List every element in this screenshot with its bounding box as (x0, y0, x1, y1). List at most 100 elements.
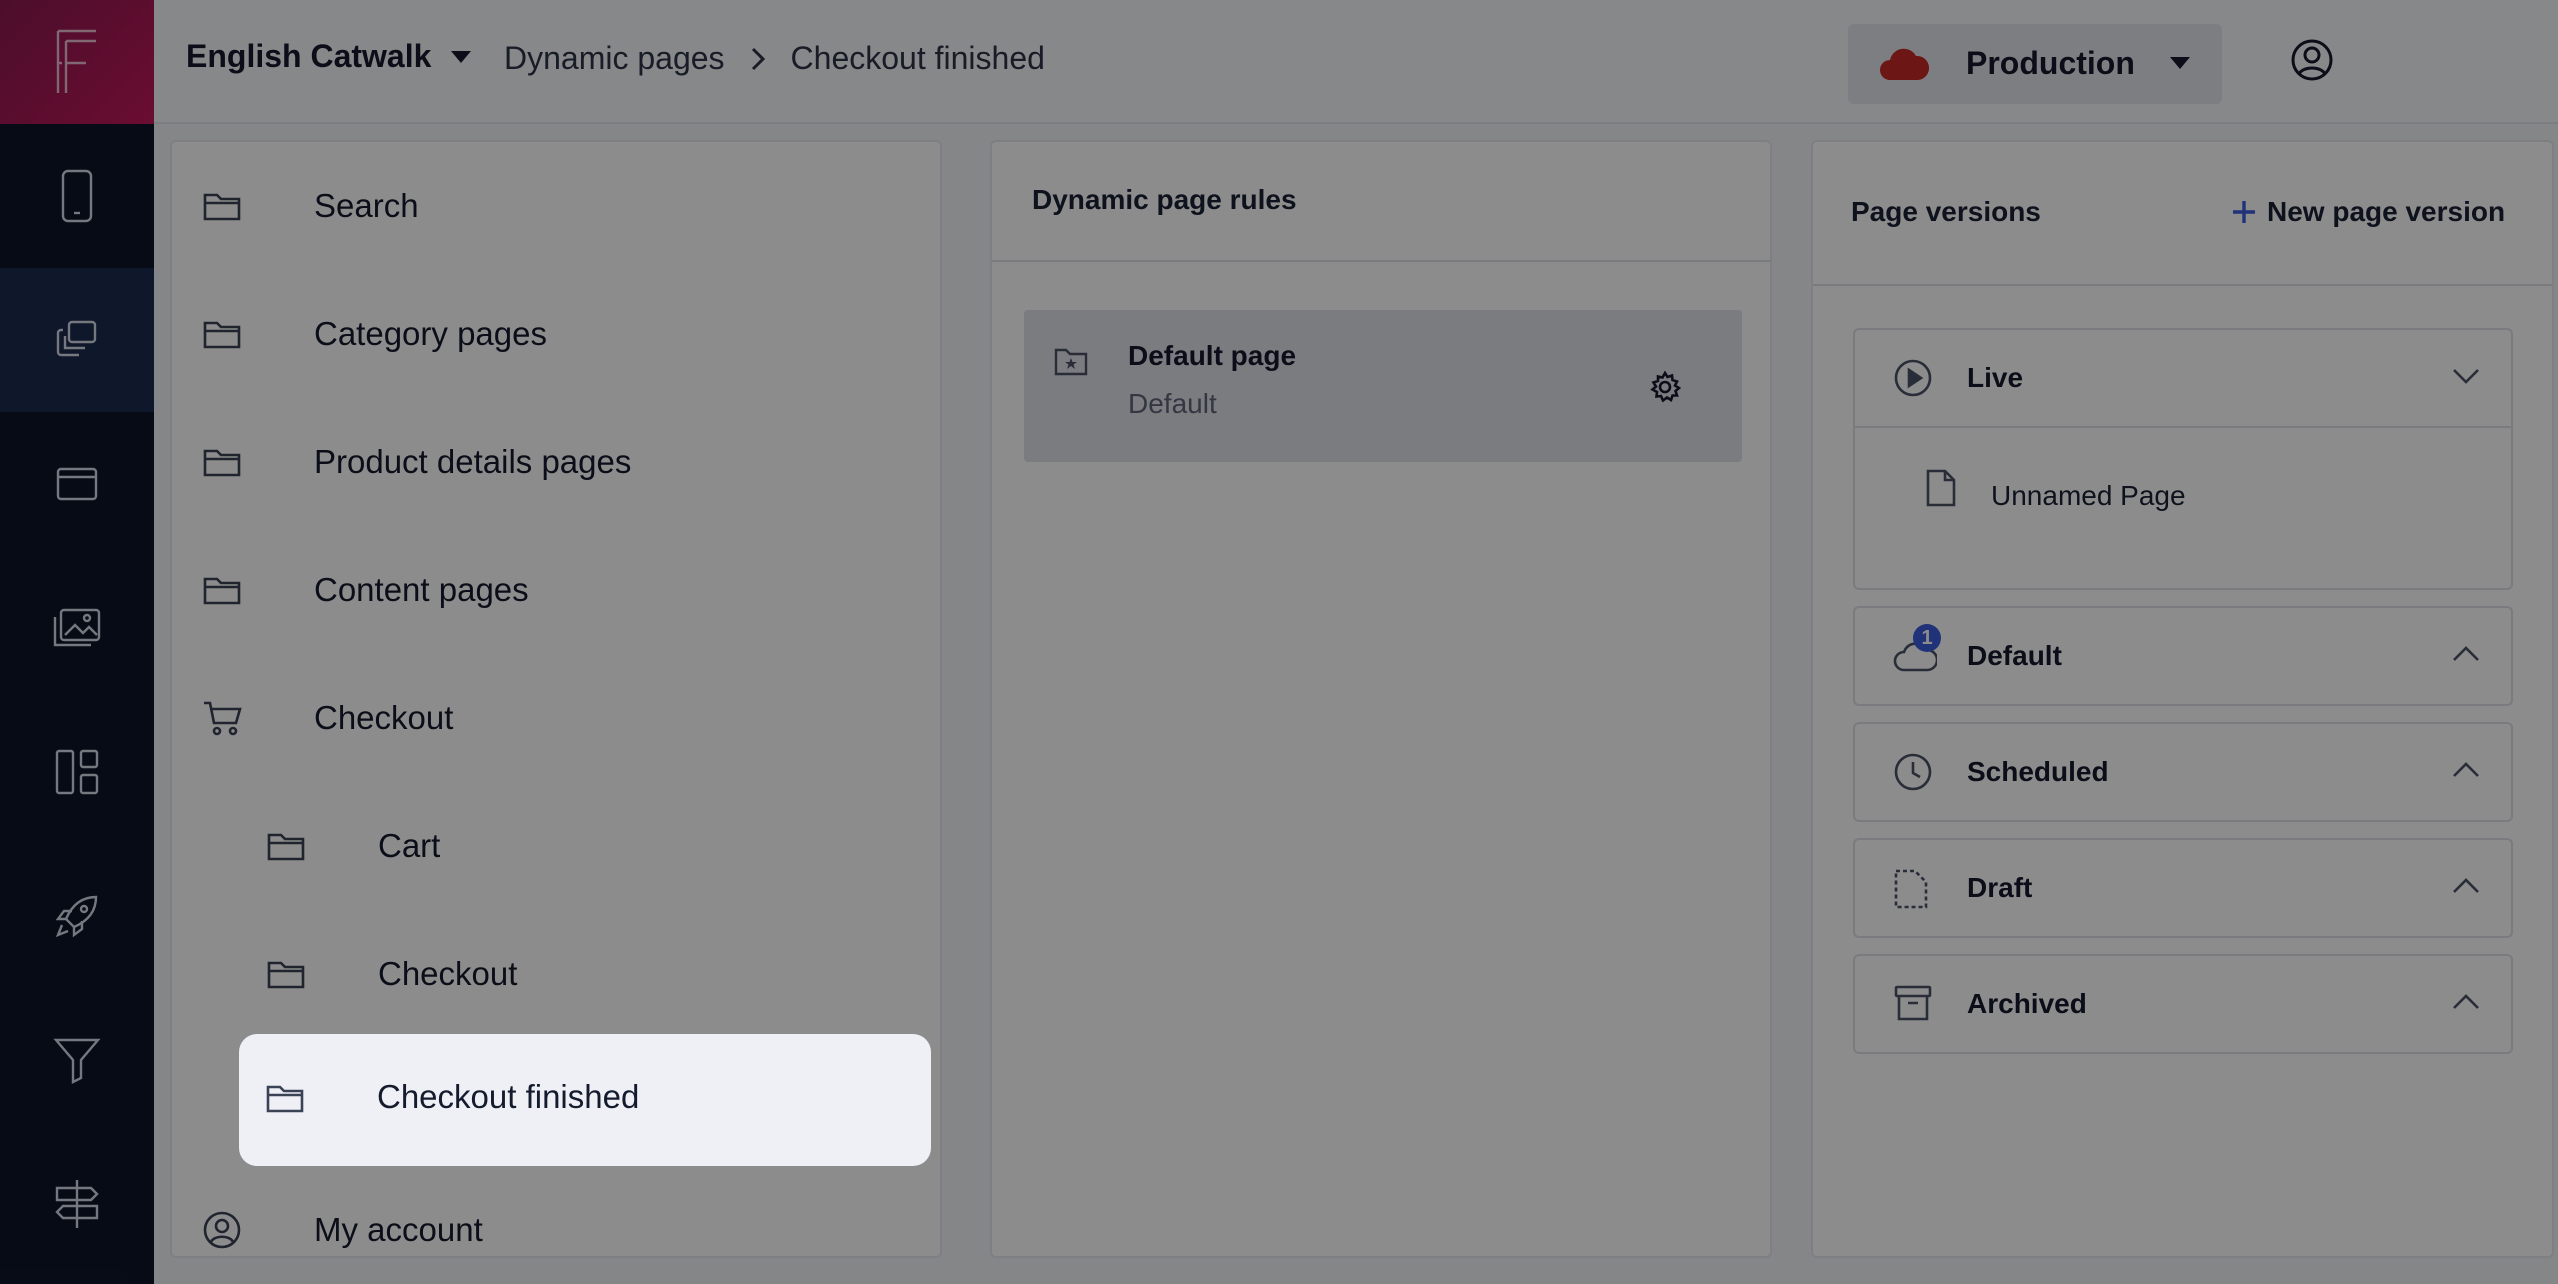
mobile-icon (61, 169, 93, 223)
environment-name: Production (1966, 45, 2135, 81)
dynamic-page-rules-panel: Dynamic page rules Default page Default (990, 140, 1772, 1258)
new-page-version-button[interactable]: New page version (2231, 196, 2505, 228)
tree-item-label: Checkout (378, 955, 518, 992)
nav-redirects[interactable] (0, 1132, 154, 1276)
tree-item-product-details-pages[interactable]: Product details pages (202, 398, 902, 526)
cloud-icon (1880, 48, 1930, 80)
version-group-live: Live Unnamed Page (1853, 328, 2513, 590)
user-menu-button[interactable] (2290, 38, 2334, 87)
version-group-label: Scheduled (1967, 756, 2109, 787)
chevron-down-icon (2453, 369, 2479, 384)
folder-icon (203, 449, 241, 477)
divider (1855, 426, 2511, 428)
user-icon (203, 1211, 241, 1249)
tree-item-checkout-finished[interactable]: Checkout finished (239, 1034, 931, 1166)
version-group-header[interactable]: 1 Default (1855, 608, 2511, 704)
rule-title: Default page (1128, 340, 1297, 371)
file-icon (1926, 469, 1956, 507)
version-group-draft: Draft (1853, 838, 2513, 938)
nav-pages[interactable] (0, 268, 154, 412)
version-group-scheduled: Scheduled (1853, 722, 2513, 822)
tree-item-my-account[interactable]: My account (202, 1166, 902, 1256)
gear-icon[interactable] (1648, 370, 1682, 404)
rule-card-default-page[interactable]: Default page Default (1024, 310, 1742, 462)
tree-item-label: Checkout finished (377, 1078, 640, 1115)
nav-layouts[interactable] (0, 700, 154, 844)
folder-icon (267, 833, 305, 861)
chevron-right-icon (751, 47, 765, 70)
user-icon (2291, 39, 2333, 81)
new-page-version-label: New page version (2267, 196, 2506, 227)
top-bar: English Catwalk Dynamic pages Checkout f… (154, 0, 2558, 124)
folder-icon (203, 577, 241, 605)
clock-icon (1894, 753, 1932, 791)
tree-item-label: Product details pages (314, 443, 632, 480)
version-group-label: Archived (1967, 988, 2087, 1019)
divider (1813, 284, 2552, 286)
store-selector[interactable]: English Catwalk (186, 38, 472, 75)
sidebar-rail (0, 0, 154, 1284)
tree-item-label: Search (314, 187, 419, 224)
filter-icon (53, 1038, 101, 1084)
version-item-unnamed-page[interactable]: Unnamed Page (1991, 480, 2186, 512)
tree-item-label: My account (314, 1211, 483, 1248)
chevron-up-icon (2453, 878, 2479, 893)
version-group-default: 1 Default (1853, 606, 2513, 706)
version-group-header[interactable]: Live (1855, 330, 2511, 426)
app-logo[interactable] (0, 0, 154, 124)
tree-item-checkout-group[interactable]: Checkout (202, 654, 902, 782)
panel-title: Dynamic page rules (1032, 184, 1297, 215)
chevron-up-icon (2453, 762, 2479, 777)
chevron-down-icon (2170, 57, 2190, 69)
cart-icon (204, 701, 242, 736)
archive-icon (1894, 985, 1932, 1021)
tree-item-cart[interactable]: Cart (266, 782, 906, 910)
folder-icon (266, 1085, 304, 1113)
version-group-label: Draft (1967, 872, 2033, 903)
chevron-up-icon (2453, 994, 2479, 1009)
folder-icon (203, 193, 241, 221)
window-icon (56, 467, 98, 501)
tree-item-content-pages[interactable]: Content pages (202, 526, 902, 654)
version-group-archived: Archived (1853, 954, 2513, 1054)
breadcrumb-dynamic-pages[interactable]: Dynamic pages (504, 40, 725, 77)
nav-deploy[interactable] (0, 844, 154, 988)
version-group-label: Default (1967, 640, 2062, 671)
environment-selector[interactable]: Production (1848, 24, 2222, 104)
version-group-header[interactable]: Scheduled (1855, 724, 2511, 820)
tree-item-search[interactable]: Search (202, 142, 902, 270)
signpost-icon (55, 1180, 99, 1228)
folder-star-icon (1054, 348, 1088, 376)
panel-title: Page versions (1851, 196, 2041, 227)
nav-window[interactable] (0, 412, 154, 556)
draft-file-icon (1894, 869, 1928, 909)
count-badge: 1 (1913, 624, 1941, 652)
rocket-icon (55, 895, 98, 938)
nav-media[interactable] (0, 556, 154, 700)
tree-item-label: Cart (378, 827, 441, 864)
tree-item-label: Content pages (314, 571, 529, 608)
divider (992, 260, 1770, 262)
version-group-label: Live (1967, 362, 2024, 393)
chevron-down-icon (451, 50, 472, 63)
rule-subtitle: Default (1128, 388, 1217, 419)
layout-icon (55, 749, 99, 795)
chevron-up-icon (2453, 646, 2479, 661)
nav-mobile[interactable] (0, 124, 154, 268)
store-name: English Catwalk (186, 38, 432, 74)
tree-item-label: Category pages (314, 315, 547, 352)
tree-item-category-pages[interactable]: Category pages (202, 270, 902, 398)
version-group-header[interactable]: Draft (1855, 840, 2511, 936)
folder-icon (267, 961, 305, 989)
version-group-header[interactable]: Archived (1855, 956, 2511, 1052)
nav-filter[interactable] (0, 988, 154, 1132)
images-icon (53, 608, 101, 647)
play-circle-icon (1894, 359, 1932, 397)
tree-item-label: Checkout (314, 699, 454, 736)
breadcrumb-current: Checkout finished (790, 40, 1045, 76)
breadcrumb: Dynamic pages Checkout finished (504, 40, 1045, 77)
tree-item-checkout[interactable]: Checkout (266, 910, 906, 1038)
plus-icon (2233, 201, 2255, 223)
folder-icon (203, 321, 241, 349)
page-versions-panel: Page versions New page version Live Unna… (1811, 140, 2554, 1258)
